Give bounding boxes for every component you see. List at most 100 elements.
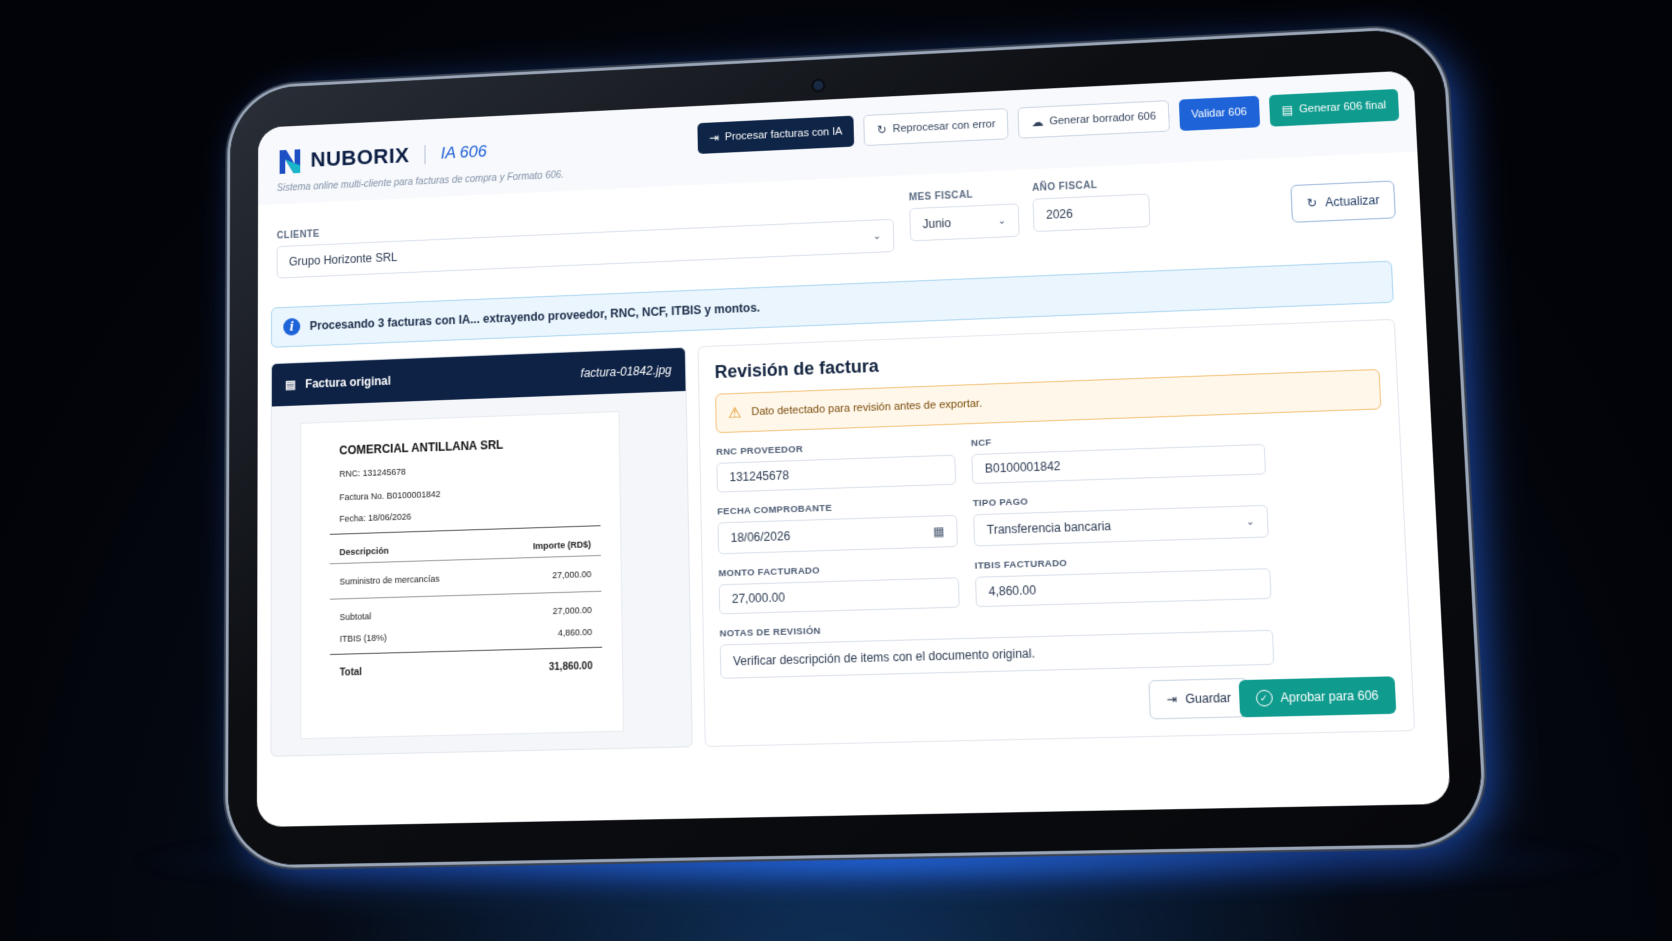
brand-divider [424, 145, 425, 164]
subtotal-row: Subtotal 27,000.00 [340, 605, 592, 622]
ncf-label: NCF [971, 437, 992, 449]
save-button[interactable]: ⇥ Guardar [1148, 678, 1249, 720]
itbis-row: ITBIS (18%) 4,860.00 [340, 627, 593, 644]
reprocess-button[interactable]: ↻ Reprocesar con error [864, 108, 1009, 146]
brand-name: NUBORIX [311, 143, 410, 172]
cloud-icon: ☁ [1031, 116, 1043, 128]
document-icon: ▤ [285, 378, 296, 392]
review-title: Revisión de factura [714, 356, 879, 383]
info-icon: i [283, 318, 300, 336]
invoice-table-header: Descripción Importe (RD$) [339, 539, 591, 557]
generate-final-button[interactable]: ▤ Generar 606 final [1269, 89, 1400, 127]
notes-value: Verificar descripción de items con el do… [733, 646, 1035, 668]
rnc-input[interactable]: 131245678 [716, 455, 956, 493]
invoice-line-item: Suministro de mercancías 27,000.00 [339, 569, 591, 586]
review-warning-text: Dato detectado para revisión antes de ex… [751, 398, 982, 418]
itbis-billed-value: 4,860.00 [988, 583, 1036, 599]
itbis-billed-input[interactable]: 4,860.00 [975, 568, 1272, 607]
import-icon: ⇥ [709, 132, 719, 144]
subtotal-label: Subtotal [340, 611, 372, 622]
amount-input[interactable]: 27,000.00 [719, 577, 960, 614]
month-select[interactable]: Junio ⌄ [909, 203, 1020, 241]
toolbar: ⇥ Procesar facturas con IA ↻ Reprocesar … [697, 89, 1399, 154]
item-amount: 27,000.00 [552, 569, 591, 580]
review-panel: Revisión de factura ⚠ Dato detectado par… [698, 319, 1416, 747]
logo: NUBORIX IA 606 [277, 137, 487, 176]
processing-text: Procesando 3 facturas con IA... extrayen… [310, 301, 760, 333]
amount-value: 27,000.00 [732, 590, 785, 606]
rnc-label: RNC PROVEEDOR [716, 444, 803, 458]
invoice-number: Factura No. B0100001842 [339, 489, 440, 502]
validate-label: Validar 606 [1191, 106, 1247, 120]
divider [330, 591, 601, 600]
payment-type-label: TIPO PAGO [973, 496, 1029, 509]
divider [330, 555, 601, 564]
generate-draft-button[interactable]: ☁ Generar borrador 606 [1018, 100, 1170, 139]
original-invoice-panel: ▤ Factura original factura-01842.jpg COM… [270, 347, 692, 757]
process-invoices-label: Procesar facturas con IA [725, 126, 843, 143]
validate-button[interactable]: Validar 606 [1179, 96, 1260, 131]
divider [330, 525, 601, 535]
warning-icon: ⚠ [728, 404, 742, 422]
logo-icon [277, 146, 303, 176]
approve-button[interactable]: ✓ Aprobar para 606 [1238, 676, 1396, 717]
chevron-down-icon: ⌄ [873, 231, 882, 242]
year-label: AÑO FISCAL [1032, 180, 1098, 194]
check-circle-icon: ✓ [1255, 690, 1272, 707]
total-row: Total 31,860.00 [340, 661, 593, 679]
calendar-icon[interactable]: ▦ [933, 524, 945, 538]
save-label: Guardar [1185, 691, 1231, 707]
col-amount: Importe (RD$) [533, 539, 591, 551]
original-invoice-title-wrap: ▤ Factura original [285, 374, 391, 392]
date-label: FECHA COMPROBANTE [717, 503, 832, 518]
rnc-value: 131245678 [729, 468, 789, 484]
client-label: CLIENTE [277, 229, 320, 241]
year-value: 2026 [1046, 207, 1073, 222]
invoice-company: COMERCIAL ANTILLANA SRL [339, 438, 503, 458]
approve-label: Aprobar para 606 [1280, 688, 1379, 705]
month-label: MES FISCAL [909, 190, 973, 204]
refresh-button[interactable]: ↻ Actualizar [1291, 180, 1396, 222]
itbis-value: 4,860.00 [558, 627, 592, 638]
chevron-down-icon: ⌄ [998, 215, 1007, 226]
generate-draft-label: Generar borrador 606 [1049, 111, 1156, 128]
month-value: Junio [922, 216, 951, 231]
subtotal-value: 27,000.00 [553, 605, 592, 616]
product-name: IA 606 [441, 142, 487, 163]
itbis-billed-label: ITBIS FACTURADO [975, 558, 1068, 572]
process-invoices-button[interactable]: ⇥ Procesar facturas con IA [697, 116, 854, 154]
reprocess-label: Reprocesar con error [892, 118, 995, 135]
invoice-rnc: RNC: 131245678 [339, 467, 406, 479]
amount-label: MONTO FACTURADO [718, 565, 820, 579]
camera-dot [813, 80, 823, 90]
total-value: 31,860.00 [549, 661, 593, 673]
tablet-frame: NUBORIX IA 606 Sistema online multi-clie… [228, 27, 1485, 865]
ncf-value: B0100001842 [985, 459, 1061, 476]
original-invoice-header: ▤ Factura original factura-01842.jpg [272, 348, 686, 407]
refresh-icon: ↻ [877, 124, 887, 136]
itbis-label: ITBIS (18%) [340, 633, 387, 644]
payment-type-value: Transferencia bancaria [987, 519, 1112, 537]
invoice-date: Fecha: 18/06/2026 [339, 512, 411, 524]
ncf-input[interactable]: B0100001842 [971, 444, 1266, 484]
original-filename: factura-01842.jpg [580, 363, 671, 380]
original-invoice-title: Factura original [305, 374, 391, 391]
col-description: Descripción [339, 546, 388, 557]
document-icon: ▤ [1281, 104, 1293, 116]
app-screen: NUBORIX IA 606 Sistema online multi-clie… [257, 70, 1451, 827]
chevron-down-icon: ⌄ [1246, 516, 1255, 527]
date-value: 18/06/2026 [731, 529, 791, 545]
client-value: Grupo Horizonte SRL [289, 250, 397, 268]
total-label: Total [340, 667, 362, 678]
save-icon: ⇥ [1166, 692, 1177, 707]
payment-type-select[interactable]: Transferencia bancaria ⌄ [973, 505, 1269, 547]
divider [330, 647, 602, 655]
item-description: Suministro de mercancías [339, 574, 439, 587]
notes-label: NOTAS DE REVISIÓN [719, 626, 820, 640]
generate-final-label: Generar 606 final [1299, 99, 1387, 115]
date-input[interactable]: 18/06/2026 ▦ [717, 515, 957, 555]
refresh-label: Actualizar [1325, 193, 1380, 209]
invoice-image: COMERCIAL ANTILLANA SRL RNC: 131245678 F… [300, 411, 624, 739]
client-select[interactable]: Grupo Horizonte SRL ⌄ [277, 219, 895, 279]
year-input[interactable]: 2026 [1033, 193, 1151, 232]
